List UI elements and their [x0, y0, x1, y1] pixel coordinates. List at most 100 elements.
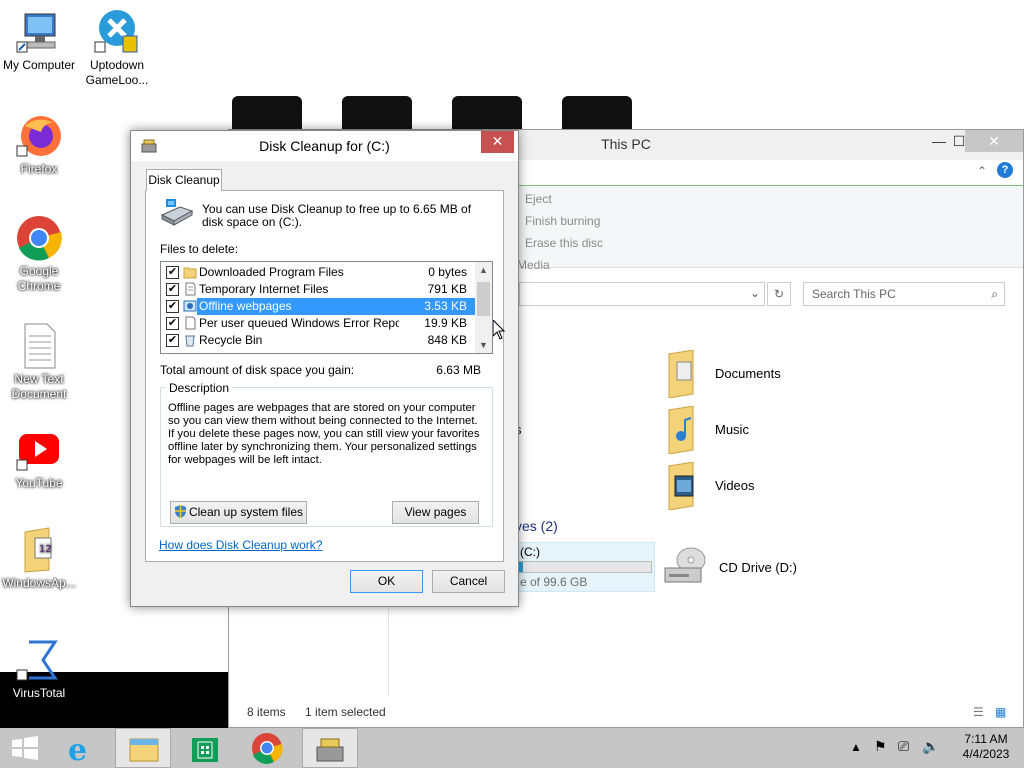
tab-disk-cleanup[interactable]: Disk Cleanup	[146, 169, 222, 191]
details-view-icon[interactable]: ☰	[973, 702, 984, 722]
file-size: 19.9 KB	[424, 316, 467, 330]
start-button[interactable]	[0, 728, 54, 768]
offline-pages-icon	[183, 299, 197, 313]
drive-c-tile[interactable]: (C:) e of 99.6 GB	[517, 542, 655, 592]
scrollbar-thumb[interactable]	[477, 282, 490, 316]
file-row[interactable]: ✔ Temporary Internet Files 791 KB	[161, 281, 475, 298]
file-row-selected[interactable]: ✔ Offline webpages 3.53 KB	[161, 298, 475, 315]
folder-name: Music	[715, 422, 749, 437]
folder-name: Videos	[715, 478, 755, 493]
store-icon	[192, 738, 218, 762]
ribbon-eject[interactable]: Eject	[525, 192, 552, 206]
taskbar-internet-explorer[interactable]: e	[54, 728, 108, 768]
desktop-icon-windowsap[interactable]: 12 WindowsAp...	[0, 526, 78, 591]
total-space-label: Total amount of disk space you gain:	[160, 363, 355, 377]
file-size: 0 bytes	[428, 265, 467, 279]
files-to-delete-label: Files to delete:	[160, 242, 239, 256]
taskbar-disk-cleanup[interactable]	[302, 728, 358, 768]
help-icon[interactable]: ?	[997, 162, 1013, 178]
file-size: 3.53 KB	[424, 299, 467, 313]
help-link[interactable]: How does Disk Cleanup work?	[159, 538, 322, 552]
files-list-scrollbar[interactable]: ▲ ▼	[475, 262, 492, 353]
drive-icon	[160, 197, 194, 227]
chevron-down-icon[interactable]: ⌄	[750, 286, 760, 300]
view-pages-button[interactable]: View pages	[392, 501, 479, 524]
document-icon	[183, 316, 197, 330]
files-list[interactable]: ✔ Downloaded Program Files 0 bytes ✔ Tem…	[160, 261, 493, 354]
ribbon-erase-disc[interactable]: Erase this disc	[525, 236, 603, 250]
windows-logo-icon	[12, 736, 38, 760]
taskbar: e ▲ ⚑ ⎚ 🔈 7:11 AM 4/4/2023	[0, 728, 1024, 768]
mouse-cursor	[492, 318, 506, 340]
taskbar-file-explorer[interactable]	[115, 728, 171, 768]
file-row[interactable]: ✔ Per user queued Windows Error Repor...…	[161, 315, 475, 332]
ribbon-collapse-icon[interactable]: ⌃	[977, 164, 987, 178]
action-center-flag-icon[interactable]: ⚑	[874, 738, 887, 768]
volume-muted-icon[interactable]: 🔈	[922, 738, 939, 768]
search-placeholder: Search This PC	[812, 287, 896, 301]
videos-folder-icon	[665, 461, 701, 511]
scroll-up-arrow-icon[interactable]: ▲	[475, 262, 492, 278]
music-folder-icon	[665, 405, 701, 455]
drive-c-free: e of 99.6 GB	[520, 575, 588, 589]
dialog-title: Disk Cleanup for (C:)	[259, 138, 390, 154]
ribbon-finish-burning[interactable]: Finish burning	[525, 214, 600, 228]
status-selected: 1 item selected	[305, 705, 386, 719]
desktop-icon-chrome[interactable]: Google Chrome	[0, 214, 78, 294]
checkbox[interactable]: ✔	[166, 266, 179, 279]
chrome-icon	[15, 214, 63, 262]
disk-cleanup-icon	[316, 738, 344, 762]
search-icon: ⌕	[991, 287, 998, 301]
file-explorer-icon	[129, 738, 159, 762]
desktop-icon-label: WindowsAp...	[2, 576, 76, 590]
virustotal-icon	[15, 636, 63, 684]
checkbox[interactable]: ✔	[166, 317, 179, 330]
network-icon[interactable]: ⎚	[898, 738, 909, 768]
search-input[interactable]: Search This PC ⌕	[803, 282, 1005, 306]
cd-drive-icon	[663, 544, 706, 586]
explorer-title: This PC	[601, 136, 651, 152]
show-hidden-icons[interactable]: ▲	[850, 740, 862, 768]
file-size: 791 KB	[427, 282, 467, 296]
file-name: Downloaded Program Files	[199, 265, 344, 279]
dialog-close-button[interactable]: ✕	[481, 131, 514, 153]
file-name: Per user queued Windows Error Repor...	[199, 316, 399, 330]
checkbox[interactable]: ✔	[166, 300, 179, 313]
text-document-icon	[15, 322, 63, 370]
clock[interactable]: 7:11 AM 4/4/2023	[954, 732, 1018, 762]
firefox-icon	[15, 112, 63, 160]
cancel-button[interactable]: Cancel	[432, 570, 505, 593]
checkbox[interactable]: ✔	[166, 283, 179, 296]
desktop-icon-firefox[interactable]: Firefox	[0, 112, 78, 177]
clean-up-system-files-button[interactable]: Clean up system files	[170, 501, 307, 524]
total-space-value: 6.63 MB	[436, 363, 481, 377]
ribbon-group-media: Media	[517, 258, 550, 272]
file-row[interactable]: ✔ Recycle Bin 848 KB	[161, 332, 475, 349]
drives-section-header: ves (2)	[515, 518, 558, 534]
wallpaper-graphic	[232, 96, 692, 130]
drive-d-name: CD Drive (D:)	[719, 560, 797, 575]
desktop-icon-label: Firefox	[20, 162, 58, 176]
desktop-icon-youtube[interactable]: YouTube	[0, 426, 78, 491]
desktop-icon-label: Google Chrome	[17, 264, 61, 293]
checkbox[interactable]: ✔	[166, 334, 179, 347]
chrome-icon	[252, 733, 283, 764]
svg-text:12: 12	[39, 544, 52, 555]
desktop-icon-virustotal[interactable]: VirusTotal	[0, 636, 78, 701]
desktop-icon-my-computer[interactable]: My Computer	[0, 8, 78, 73]
file-row[interactable]: ✔ Downloaded Program Files 0 bytes	[161, 264, 475, 281]
address-bar[interactable]: ⌄	[519, 282, 765, 306]
recycle-bin-icon	[183, 333, 197, 347]
taskbar-chrome[interactable]	[240, 728, 294, 768]
desktop-icon-uptodown[interactable]: Uptodown GameLoo...	[78, 8, 156, 88]
refresh-button[interactable]: ↻	[767, 282, 791, 306]
status-bar: 8 items 1 item selected ☰ ▦	[229, 698, 1023, 728]
ok-button[interactable]: OK	[350, 570, 423, 593]
disk-cleanup-dialog: Disk Cleanup for (C:) ✕ Disk Cleanup You…	[130, 130, 519, 607]
clean-up-system-files-label: Clean up system files	[188, 505, 304, 519]
scroll-down-arrow-icon[interactable]: ▼	[475, 337, 492, 353]
explorer-close-button[interactable]: ✕	[965, 130, 1023, 152]
taskbar-store[interactable]	[178, 728, 232, 768]
desktop-icon-new-text-document[interactable]: New Text Document	[0, 322, 78, 402]
large-icons-view-icon[interactable]: ▦	[995, 702, 1006, 722]
